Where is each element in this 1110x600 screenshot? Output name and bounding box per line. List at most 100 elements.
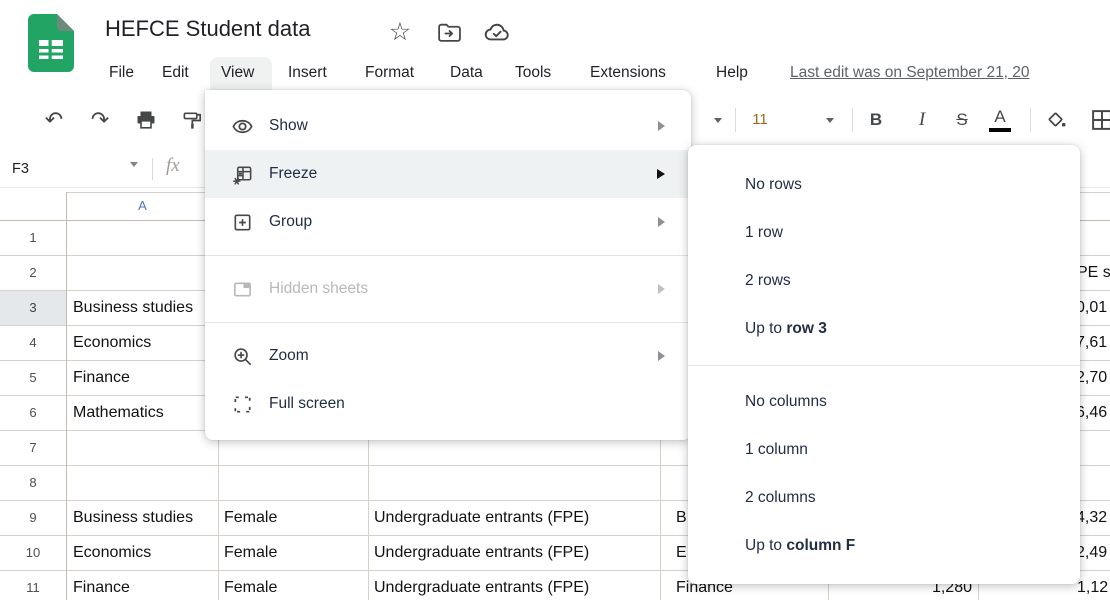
toolbar-divider: [852, 108, 853, 132]
menu-item-label: Full screen: [269, 395, 665, 413]
menu-item-full-screen[interactable]: Full screen: [205, 380, 691, 428]
cell-b11[interactable]: Female: [224, 570, 277, 600]
menu-item-zoom[interactable]: Zoom: [205, 332, 691, 380]
cell-a9[interactable]: Business studies: [73, 500, 193, 535]
fill-color-button[interactable]: [1040, 104, 1072, 136]
menu-divider: [205, 255, 691, 256]
row-header-4[interactable]: 4: [0, 325, 66, 360]
paint-format-icon: [181, 109, 204, 132]
submenu-item-2-rows[interactable]: 2 rows: [688, 257, 1080, 305]
cell-c9[interactable]: Undergraduate entrants (FPE): [374, 500, 589, 535]
font-size-value[interactable]: 11: [742, 104, 778, 136]
cell-fragment-row3[interactable]: 0,01: [1076, 290, 1107, 325]
undo-icon: ↶: [45, 108, 63, 133]
menu-view[interactable]: View: [217, 56, 258, 92]
full-screen-icon: [230, 392, 254, 416]
menu-help[interactable]: Help: [712, 56, 752, 92]
row-header-6[interactable]: 6: [0, 395, 66, 430]
row-header-11[interactable]: 11: [0, 570, 66, 600]
label-prefix: Up to: [745, 537, 786, 554]
row-header-9[interactable]: 9: [0, 500, 66, 535]
undo-button[interactable]: ↶: [38, 104, 70, 136]
menu-insert[interactable]: Insert: [284, 56, 331, 92]
name-box[interactable]: F3: [12, 150, 29, 188]
menu-item-group[interactable]: Group: [205, 198, 691, 246]
submenu-item-no-rows[interactable]: No rows: [688, 161, 1080, 209]
cell-fragment-row6[interactable]: 6,46: [1076, 395, 1107, 430]
cell-fragment-row4[interactable]: 7,61: [1076, 325, 1107, 360]
cell-b10[interactable]: Female: [224, 535, 277, 570]
bold-button[interactable]: B: [860, 104, 892, 136]
cell-d9[interactable]: B: [676, 500, 687, 535]
star-button[interactable]: ☆: [386, 18, 414, 46]
label-bold: column F: [786, 537, 855, 554]
move-button[interactable]: [434, 18, 462, 46]
submenu-item-up-to-column-f[interactable]: Up to column F: [688, 522, 1080, 570]
cell-f11[interactable]: 1,12: [1077, 570, 1108, 600]
borders-button[interactable]: [1086, 104, 1110, 136]
menu-item-hidden-sheets[interactable]: Hidden sheets: [205, 265, 691, 313]
cell-a5[interactable]: Finance: [73, 360, 130, 395]
menu-item-freeze[interactable]: Freeze: [205, 150, 691, 198]
submenu-item-no-columns[interactable]: No columns: [688, 378, 1080, 426]
cloud-check-icon: [483, 19, 510, 46]
text-color-button[interactable]: A: [984, 104, 1016, 136]
menu-extensions[interactable]: Extensions: [586, 56, 670, 92]
select-all-corner[interactable]: [0, 192, 66, 220]
google-sheets-window: A 1 2 3 4 5 6 7 8 9 10 11 Business studi…: [0, 0, 1110, 600]
row-header-1[interactable]: 1: [0, 220, 66, 255]
row-header-2[interactable]: 2: [0, 255, 66, 290]
menu-format[interactable]: Format: [361, 56, 418, 92]
submenu-arrow-icon: [658, 284, 665, 294]
row-header-3[interactable]: 3: [0, 290, 66, 325]
toolbar-divider: [735, 108, 736, 132]
cell-c10[interactable]: Undergraduate entrants (FPE): [374, 535, 589, 570]
cell-a11[interactable]: Finance: [73, 570, 130, 600]
document-title[interactable]: HEFCE Student data: [105, 16, 310, 42]
cell-c11[interactable]: Undergraduate entrants (FPE): [374, 570, 589, 600]
redo-button[interactable]: ↷: [84, 104, 116, 136]
cell-fragment-row9[interactable]: 4,32: [1076, 500, 1107, 535]
menu-item-label: Show: [269, 117, 658, 135]
menu-file[interactable]: File: [105, 56, 138, 92]
print-button[interactable]: [130, 104, 162, 136]
name-box-dropdown[interactable]: [130, 167, 138, 185]
cell-fragment-row5[interactable]: 2,70: [1076, 360, 1107, 395]
paint-format-button[interactable]: [176, 104, 208, 136]
column-header-a[interactable]: A: [67, 192, 218, 220]
submenu-item-1-column[interactable]: 1 column: [688, 426, 1080, 474]
cell-b9[interactable]: Female: [224, 500, 277, 535]
row-header-7[interactable]: 7: [0, 430, 66, 465]
sheets-logo[interactable]: [28, 14, 74, 77]
cloud-status-button[interactable]: [482, 18, 510, 46]
cell-a6[interactable]: Mathematics: [73, 395, 164, 430]
text-color-swatch: [989, 128, 1011, 132]
cell-d10[interactable]: E: [676, 535, 687, 570]
group-icon: [230, 210, 254, 234]
cell-a3[interactable]: Business studies: [73, 290, 193, 325]
menu-data[interactable]: Data: [446, 56, 487, 92]
menu-item-show[interactable]: Show: [205, 102, 691, 150]
font-family-dropdown[interactable]: [708, 104, 728, 136]
row-header-8[interactable]: 8: [0, 465, 66, 500]
menu-edit[interactable]: Edit: [158, 56, 193, 92]
cell-fragment-row2[interactable]: PE s: [1077, 255, 1110, 290]
last-edit-link[interactable]: Last edit was on September 21, 20: [790, 56, 1030, 92]
font-size-dropdown[interactable]: [820, 104, 840, 136]
chevron-down-icon: [130, 162, 138, 184]
row-header-10[interactable]: 10: [0, 535, 66, 570]
divider: [152, 158, 153, 180]
submenu-item-2-columns[interactable]: 2 columns: [688, 474, 1080, 522]
cell-a4[interactable]: Economics: [73, 325, 151, 360]
italic-button[interactable]: I: [906, 104, 938, 136]
row-header-5[interactable]: 5: [0, 360, 66, 395]
strikethrough-button[interactable]: S: [946, 104, 978, 136]
menu-item-label: Freeze: [269, 165, 657, 183]
cell-a10[interactable]: Economics: [73, 535, 151, 570]
submenu-item-up-to-row-3[interactable]: Up to row 3: [688, 305, 1080, 353]
cell-fragment-row10[interactable]: 2,49: [1076, 535, 1107, 570]
borders-icon: [1089, 107, 1110, 133]
text-color-label: A: [994, 108, 1005, 126]
submenu-item-1-row[interactable]: 1 row: [688, 209, 1080, 257]
menu-tools[interactable]: Tools: [511, 56, 555, 92]
